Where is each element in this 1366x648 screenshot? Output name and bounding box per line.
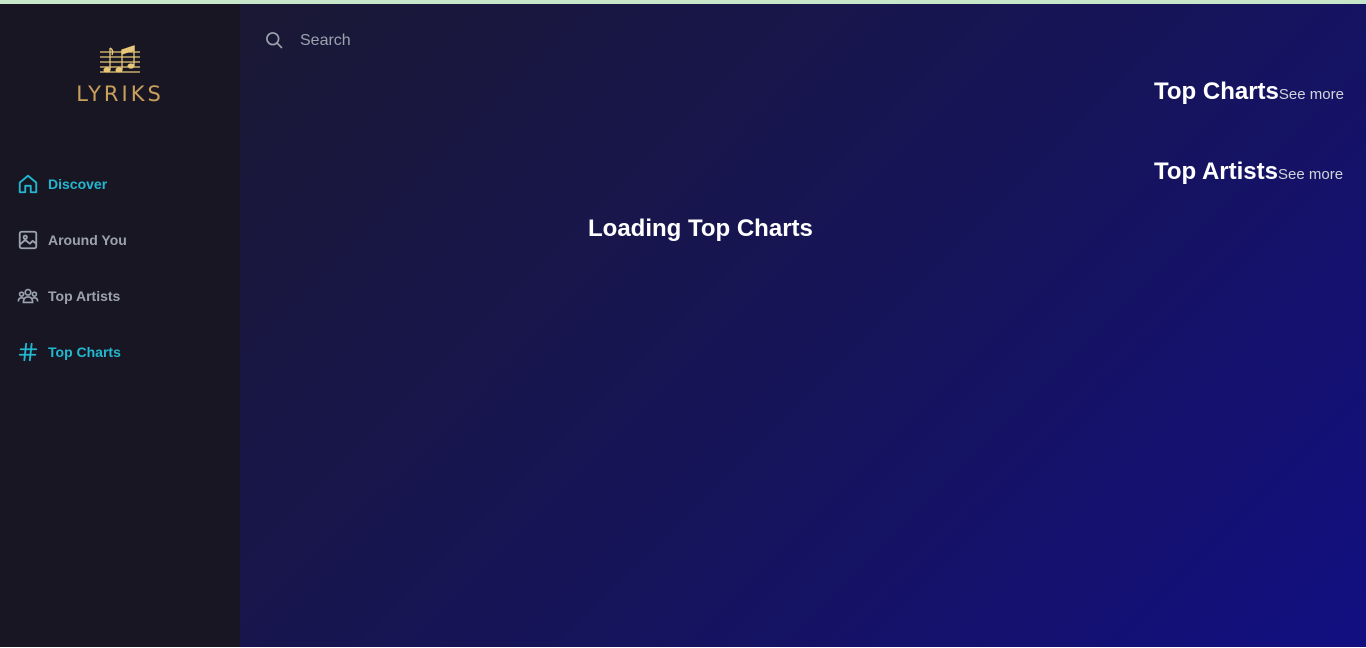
section-title: Top Artists [1154,158,1278,185]
music-notes-icon [100,45,140,73]
sidebar-item-around-you[interactable]: Around You [17,228,127,252]
see-more-link[interactable]: See more [1278,166,1343,183]
search-icon [264,30,284,50]
sidebar-item-label: Top Charts [48,344,121,360]
main-content: Top Charts See more Top Artists See more… [240,4,1366,647]
section-title: Top Charts [1154,78,1279,105]
image-icon [17,229,39,251]
sidebar-item-top-charts[interactable]: Top Charts [17,340,121,364]
sidebar: LYRIKS Discover Around You Top Artists T… [0,4,240,647]
logo: LYRIKS [70,44,170,108]
loading-message: Loading Top Charts [588,215,813,242]
sidebar-item-label: Around You [48,232,127,248]
sidebar-item-label: Discover [48,176,108,192]
sidebar-item-discover[interactable]: Discover [17,172,107,196]
hash-icon [17,341,39,363]
see-more-link[interactable]: See more [1279,86,1344,103]
sidebar-item-top-artists[interactable]: Top Artists [17,284,120,308]
home-icon [17,173,39,195]
sidebar-item-label: Top Artists [48,288,121,304]
top-artists-header: Top Artists See more [1154,158,1343,186]
search-input[interactable] [298,28,702,54]
top-charts-header: Top Charts See more [1154,78,1344,106]
brand-name: LYRIKS [76,82,164,106]
users-icon [17,285,39,307]
